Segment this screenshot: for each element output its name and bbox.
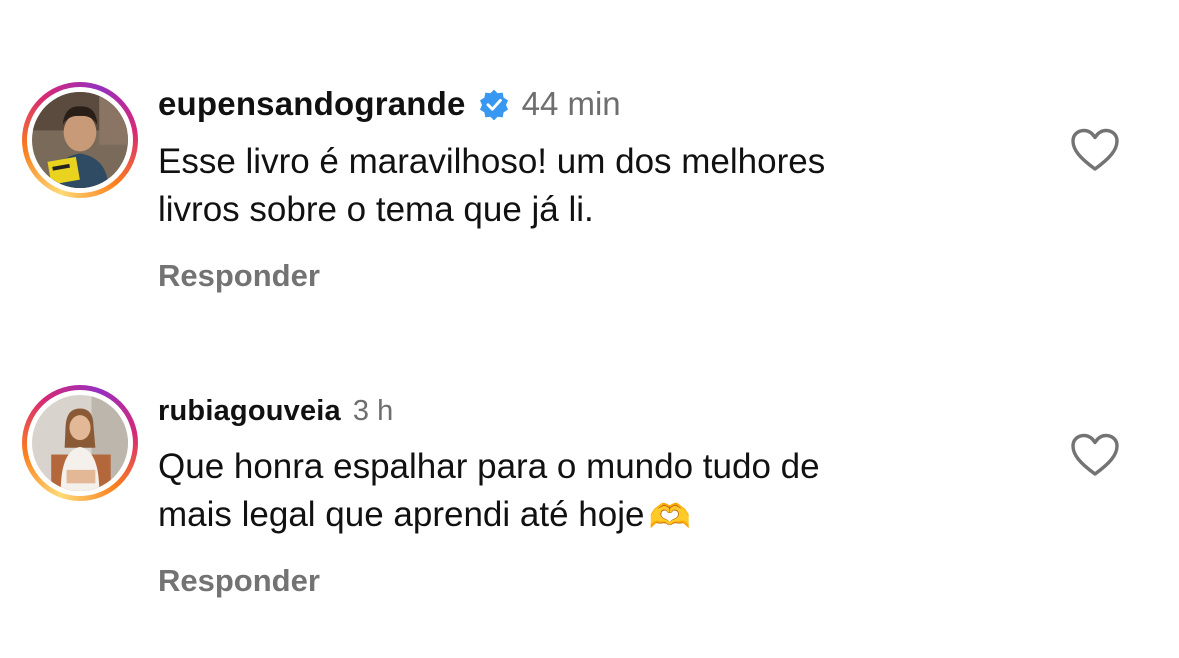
comment-timestamp: 44 min (521, 85, 621, 122)
heart-hands-emoji: 🫶 (648, 498, 691, 536)
like-heart-icon[interactable] (1070, 433, 1120, 477)
comment-text: Que honra espalhar para o mundo tudo de … (158, 443, 1038, 541)
avatar-photo-icon (32, 395, 128, 491)
comment-text-line: Esse livro é maravilhoso! um dos melhore… (158, 142, 826, 181)
comment-timestamp: 3 h (352, 395, 394, 427)
username-link[interactable]: eupensandogrande (158, 84, 466, 124)
verified-badge-icon (478, 88, 510, 120)
reply-button[interactable]: Responder (158, 258, 320, 294)
comment-header: rubiagouveia 3 h (158, 391, 393, 431)
comment-text-line: Que honra espalhar para o mundo tudo de (158, 447, 820, 486)
comment-text-line-with-emoji: mais legal que aprendi até hoje 🫶 (158, 491, 1038, 541)
comment-text-fragment: mais legal que aprendi até hoje (158, 495, 645, 534)
like-heart-icon[interactable] (1070, 128, 1120, 172)
comment-text: Esse livro é maravilhoso! um dos melhore… (158, 138, 1038, 234)
avatar-story-ring[interactable] (22, 385, 138, 501)
avatar[interactable] (32, 395, 128, 491)
avatar-photo-icon (32, 92, 128, 188)
avatar-story-ring[interactable] (22, 82, 138, 198)
comment-header: eupensandogrande 44 min (158, 84, 621, 124)
comment-text-line: livros sobre o tema que já li. (158, 190, 594, 229)
avatar[interactable] (32, 92, 128, 188)
username-link[interactable]: rubiagouveia (158, 391, 341, 431)
reply-button[interactable]: Responder (158, 563, 320, 599)
